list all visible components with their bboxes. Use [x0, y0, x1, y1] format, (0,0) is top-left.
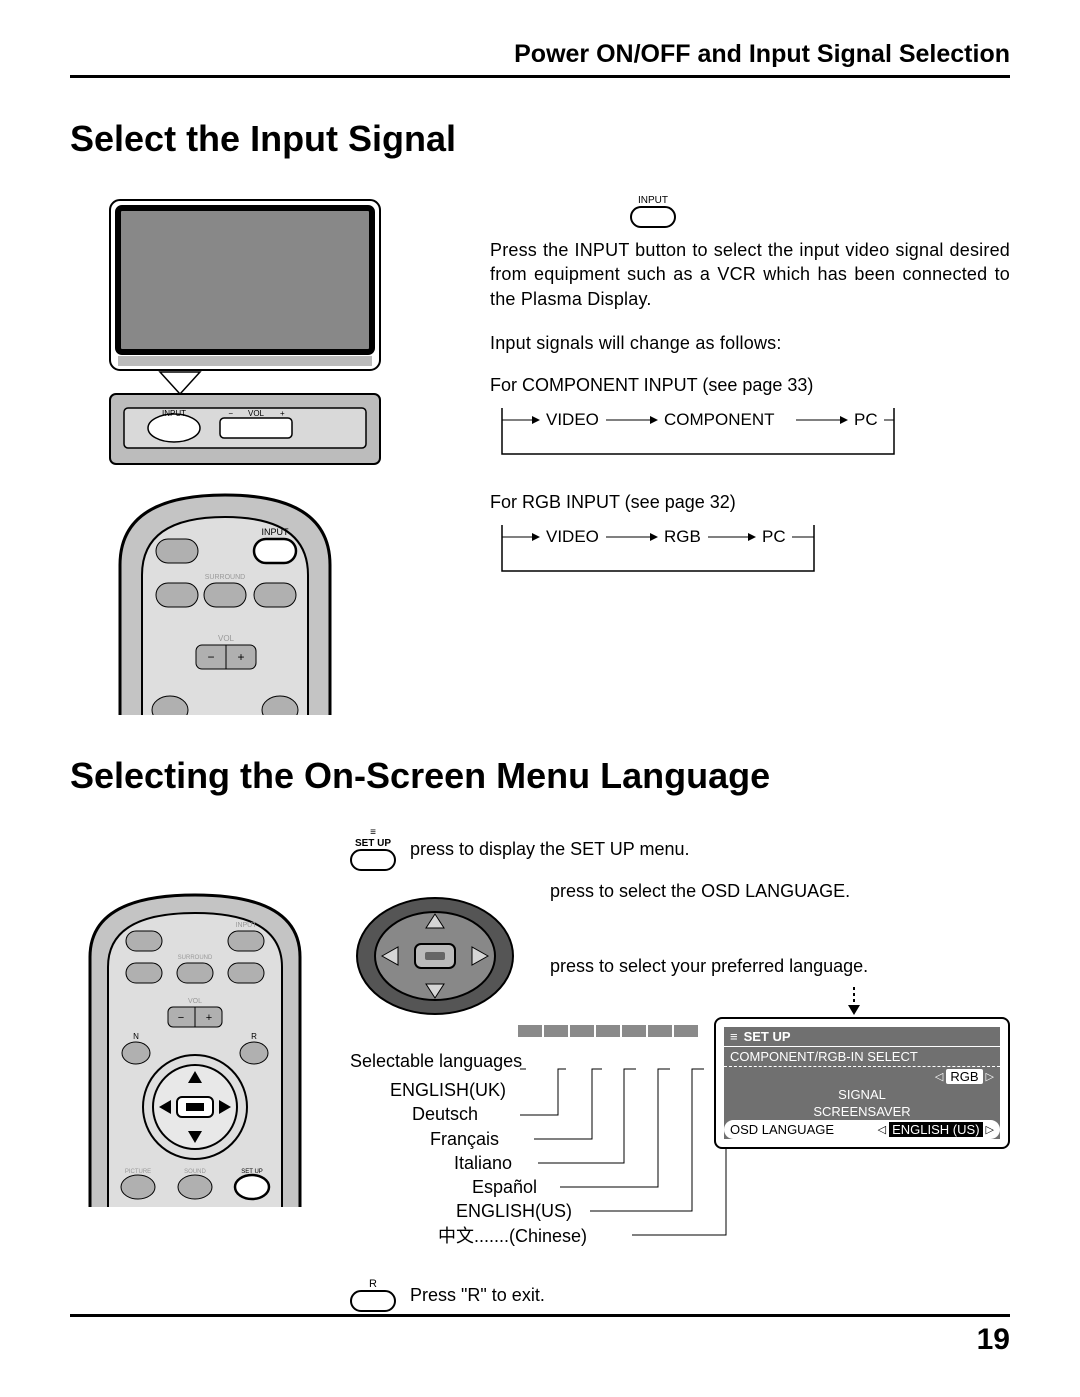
flow2-item-0: VIDEO [546, 527, 599, 546]
remote-full-illustration: INPUT SURROUND − + VOL N R [80, 887, 350, 1207]
flow2-box: VIDEO RGB PC [490, 519, 1010, 579]
osd-row-osdlang: OSD LANGUAGE ◁ENGLISH (US)▷ [724, 1120, 1000, 1139]
input-button-icon: INPUT [630, 195, 676, 228]
osd-row-signal: SIGNAL [724, 1086, 1000, 1103]
flow1-box: VIDEO COMPONENT PC [490, 402, 1010, 462]
svg-text:N: N [133, 1032, 139, 1041]
dpad-illustration [350, 886, 520, 1026]
svg-text:INPUT: INPUT [236, 922, 258, 929]
instruction-osd-lang: press to select the OSD LANGUAGE. [550, 881, 868, 902]
svg-text:PICTURE: PICTURE [125, 1169, 151, 1175]
svg-text:−: − [178, 1012, 184, 1024]
flow1-item-2: PC [854, 410, 878, 429]
svg-text:SOUND: SOUND [184, 1169, 206, 1175]
display-illustration: INPUT − VOL + [100, 190, 420, 485]
svg-text:R: R [251, 1032, 257, 1041]
page-number: 19 [70, 1314, 1010, 1357]
flow2-label: For RGB INPUT (see page 32) [490, 492, 1010, 513]
flow2-item-2: PC [762, 527, 786, 546]
remote-input-label: INPUT [262, 527, 290, 537]
page-header: Power ON/OFF and Input Signal Selection [70, 40, 1010, 78]
section-title-input: Select the Input Signal [70, 118, 1010, 160]
svg-text:SURROUND: SURROUND [178, 955, 213, 961]
flow1-item-0: VIDEO [546, 410, 599, 429]
remote-top-illustration: INPUT SURROUND − + VOL [100, 485, 490, 715]
svg-text:+: + [206, 1012, 212, 1024]
instruction-setup: press to display the SET UP menu. [410, 839, 689, 860]
svg-text:SURROUND: SURROUND [205, 574, 245, 581]
panel-vol-plus: + [280, 409, 285, 418]
instruction-exit: Press "R" to exit. [410, 1285, 545, 1306]
svg-text:VOL: VOL [218, 634, 235, 643]
instruction-pref-lang: press to select your preferred language. [550, 956, 868, 977]
panel-input-label: INPUT [162, 409, 186, 418]
osd-menu: ≡ SET UP COMPONENT/RGB-IN SELECT ◁RGB▷ S… [714, 987, 1010, 1149]
svg-text:−: − [207, 650, 214, 664]
setup-button-icon: ≡ SET UP [350, 827, 396, 871]
osd-row-screensaver: SCREENSAVER [724, 1103, 1000, 1120]
panel-vol-label: VOL [248, 409, 265, 418]
osd-row-rgb-val: ◁RGB▷ [724, 1067, 1000, 1086]
instruction-paragraph-2: Input signals will change as follows: [490, 331, 1010, 355]
flow1-label: For COMPONENT INPUT (see page 33) [490, 375, 1010, 396]
osd-row-rgb: COMPONENT/RGB-IN SELECT [724, 1046, 1000, 1067]
osd-title-row: ≡ SET UP [724, 1027, 1000, 1046]
instruction-paragraph-1: Press the INPUT button to select the inp… [490, 238, 1010, 311]
r-button-icon: R [350, 1278, 396, 1312]
svg-text:VOL: VOL [188, 998, 202, 1005]
lang-color-stubs [518, 1025, 698, 1037]
svg-text:+: + [237, 650, 244, 664]
menu-icon: ≡ [730, 1029, 738, 1044]
flow1-item-1: COMPONENT [664, 410, 775, 429]
flow2-item-1: RGB [664, 527, 701, 546]
svg-text:SET UP: SET UP [241, 1169, 263, 1175]
panel-vol-minus: − [228, 409, 233, 418]
section-title-language: Selecting the On-Screen Menu Language [70, 755, 1010, 797]
